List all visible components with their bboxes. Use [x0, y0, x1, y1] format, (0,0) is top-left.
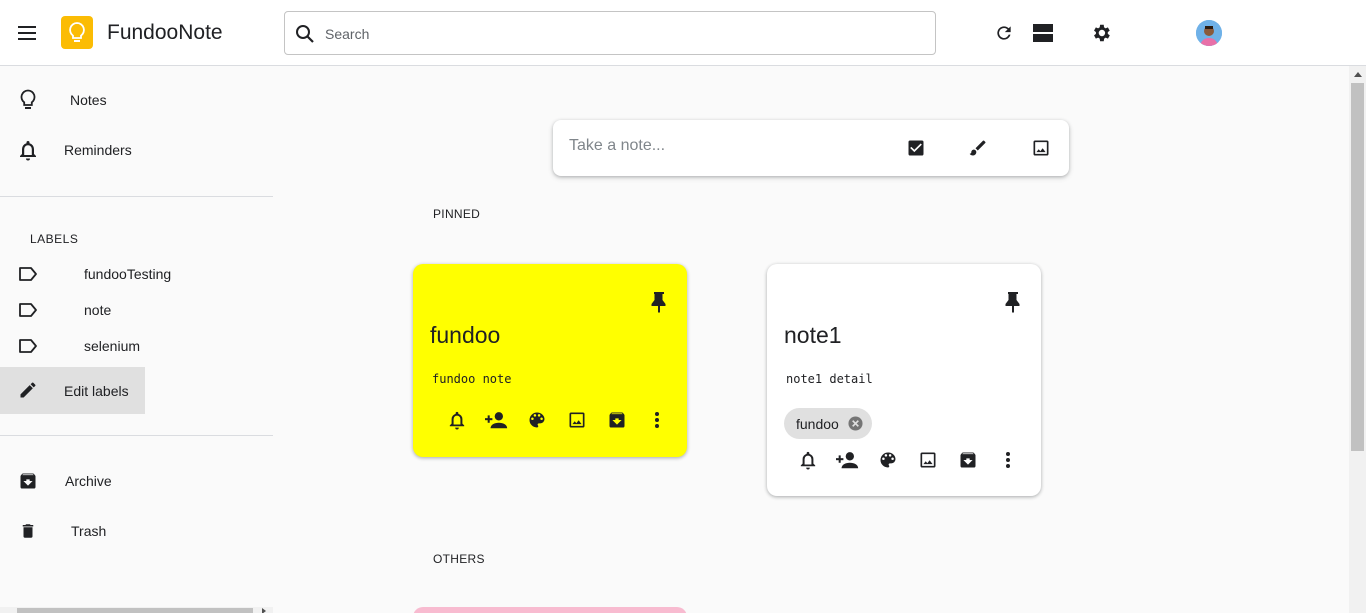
sidebar-item-trash[interactable]: Trash	[0, 508, 273, 554]
others-heading: OTHERS	[433, 552, 485, 566]
search-bar[interactable]	[284, 11, 936, 55]
note-title[interactable]: fundoo	[430, 322, 500, 349]
pencil-icon	[16, 378, 40, 402]
scroll-right-arrow-icon[interactable]	[262, 608, 266, 613]
list-view-icon[interactable]	[1029, 19, 1057, 47]
add-person-icon[interactable]	[828, 446, 868, 474]
sidebar-item-label: Archive	[65, 473, 112, 489]
top-bar: FundooNote	[0, 0, 1366, 66]
pin-icon[interactable]	[1001, 290, 1025, 314]
label-chip-text: fundoo	[796, 415, 839, 432]
search-input[interactable]	[325, 22, 915, 46]
trash-icon	[16, 519, 40, 543]
label-icon	[16, 262, 40, 286]
scroll-up-arrow-icon[interactable]	[1354, 72, 1362, 77]
note-card[interactable]: fundoo fundoo note	[413, 264, 687, 457]
divider	[0, 435, 273, 436]
sidebar-item-label: note	[84, 302, 112, 318]
sidebar: Notes Reminders LABELS fundooTesting not…	[0, 66, 273, 613]
image-icon[interactable]	[908, 446, 948, 474]
search-icon[interactable]	[293, 22, 317, 51]
sidebar-item-label: Reminders	[64, 142, 132, 158]
more-vert-icon[interactable]	[988, 446, 1028, 474]
image-icon[interactable]	[557, 406, 597, 434]
take-note-bar[interactable]: Take a note...	[553, 120, 1069, 176]
bell-icon[interactable]	[788, 446, 828, 474]
take-note-placeholder[interactable]: Take a note...	[569, 137, 665, 155]
note-card[interactable]: note1 note1 detail fundoo	[767, 264, 1041, 496]
brush-icon[interactable]	[966, 136, 990, 160]
refresh-icon[interactable]	[990, 19, 1018, 47]
pinned-heading: PINNED	[433, 207, 481, 221]
palette-icon[interactable]	[517, 406, 557, 434]
note-title[interactable]: note1	[784, 322, 842, 349]
label-chip[interactable]: fundoo	[784, 408, 872, 439]
bell-icon	[16, 138, 40, 162]
scrollbar-thumb[interactable]	[1351, 83, 1364, 451]
sidebar-item-label: Edit labels	[64, 383, 129, 399]
avatar[interactable]	[1196, 20, 1222, 46]
sidebar-item-archive[interactable]: Archive	[0, 458, 273, 504]
archive-icon[interactable]	[597, 406, 637, 434]
sidebar-item-notes[interactable]: Notes	[0, 77, 273, 123]
bulb-icon	[16, 88, 40, 112]
sidebar-item-edit-labels[interactable]: Edit labels	[0, 367, 145, 414]
sidebar-item-label: fundooTesting	[84, 266, 172, 282]
settings-icon[interactable]	[1087, 19, 1115, 47]
divider	[0, 196, 273, 197]
archive-icon	[16, 469, 40, 493]
label-icon	[16, 298, 40, 322]
note-description[interactable]: note1 detail	[786, 372, 873, 386]
palette-icon[interactable]	[868, 446, 908, 474]
sidebar-item-label-selenium[interactable]: selenium	[0, 323, 273, 369]
note-card[interactable]	[413, 607, 687, 613]
more-vert-icon[interactable]	[637, 406, 677, 434]
bulb-icon	[61, 16, 93, 49]
note-description[interactable]: fundoo note	[432, 372, 511, 386]
note-toolbar	[437, 406, 677, 434]
bell-icon[interactable]	[437, 406, 477, 434]
vertical-scrollbar[interactable]	[1349, 66, 1366, 613]
scrollbar-thumb[interactable]	[17, 608, 253, 613]
sidebar-item-label: Trash	[71, 523, 107, 539]
label-icon	[16, 334, 40, 358]
note-toolbar	[788, 446, 1028, 474]
add-person-icon[interactable]	[477, 406, 517, 434]
image-icon[interactable]	[1029, 136, 1053, 160]
pin-icon[interactable]	[647, 290, 671, 314]
labels-heading: LABELS	[30, 232, 79, 246]
remove-label-icon[interactable]	[848, 416, 864, 432]
sidebar-item-reminders[interactable]: Reminders	[0, 127, 273, 173]
sidebar-item-label: Notes	[70, 92, 107, 108]
app-title: FundooNote	[107, 21, 223, 44]
checkbox-icon[interactable]	[904, 136, 928, 160]
horizontal-scrollbar[interactable]	[0, 607, 273, 613]
archive-icon[interactable]	[948, 446, 988, 474]
sidebar-item-label: selenium	[84, 338, 141, 354]
menu-icon[interactable]	[12, 18, 42, 48]
